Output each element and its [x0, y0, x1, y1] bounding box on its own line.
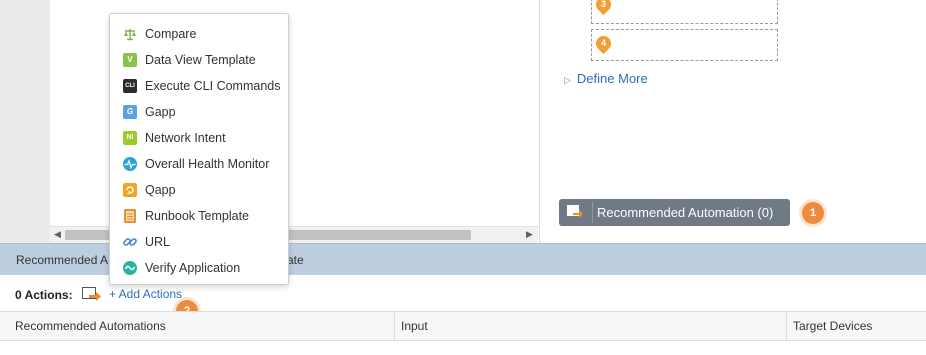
menu-item-network-intent[interactable]: NI Network Intent	[110, 125, 288, 151]
network-intent-icon: NI	[123, 131, 137, 145]
column-header-recommended-automations[interactable]: Recommended Automations	[15, 319, 166, 333]
menu-item-verify-application[interactable]: Verify Application	[110, 255, 288, 281]
menu-item-data-view-template[interactable]: V Data View Template	[110, 47, 288, 73]
actions-count: 0 Actions:	[15, 288, 73, 302]
step-4-pin: 4	[592, 32, 615, 55]
menu-item-gapp[interactable]: G Gapp	[110, 99, 288, 125]
menu-item-execute-cli-commands[interactable]: CLI Execute CLI Commands	[110, 73, 288, 99]
menu-item-compare[interactable]: Compare	[110, 21, 288, 47]
recommended-automation-button[interactable]: Recommended Automation (0)	[559, 199, 790, 226]
menu-item-overall-health-monitor[interactable]: Overall Health Monitor	[110, 151, 288, 177]
menu-item-runbook-template[interactable]: Runbook Template	[110, 203, 288, 229]
column-header-target-devices[interactable]: Target Devices	[793, 319, 872, 333]
add-automation-icon[interactable]	[82, 287, 102, 301]
expand-triangle-icon: ▷	[564, 75, 571, 85]
data-view-icon: V	[123, 53, 137, 67]
cli-icon: CLI	[123, 79, 137, 93]
step-3-box[interactable]: 3	[591, 0, 778, 24]
automation-icon	[567, 205, 583, 218]
callout-badge-1: 1	[802, 202, 824, 224]
left-gutter	[0, 0, 51, 243]
step-4-box[interactable]: 4	[591, 29, 778, 61]
define-more-link[interactable]: ▷ Define More	[564, 71, 648, 86]
menu-item-qapp[interactable]: Qapp	[110, 177, 288, 203]
column-header-input[interactable]: Input	[401, 319, 428, 333]
step-3-pin: 3	[592, 0, 615, 16]
scroll-right-icon[interactable]: ▶	[526, 229, 533, 240]
scale-icon	[124, 29, 136, 41]
verify-app-icon	[123, 261, 137, 275]
link-icon	[123, 238, 137, 246]
right-panel: 3 4 ▷ Define More Recommended Automation …	[540, 0, 926, 243]
automations-table-header: Recommended Automations Input Target Dev…	[0, 311, 926, 341]
add-actions-link[interactable]: + Add Actions	[109, 287, 182, 301]
qapp-icon	[123, 183, 137, 197]
scroll-left-icon[interactable]: ◀	[54, 229, 61, 240]
add-actions-menu: Compare V Data View Template CLI Execute…	[109, 13, 289, 285]
health-monitor-icon	[123, 157, 137, 171]
section-header-title: Recommended A	[16, 253, 109, 267]
runbook-icon	[124, 209, 136, 223]
gapp-icon: G	[123, 105, 137, 119]
section-header-title-tail: ate	[287, 253, 304, 267]
menu-item-url[interactable]: URL	[110, 229, 288, 255]
recommended-automation-label: Recommended Automation (0)	[597, 205, 774, 220]
